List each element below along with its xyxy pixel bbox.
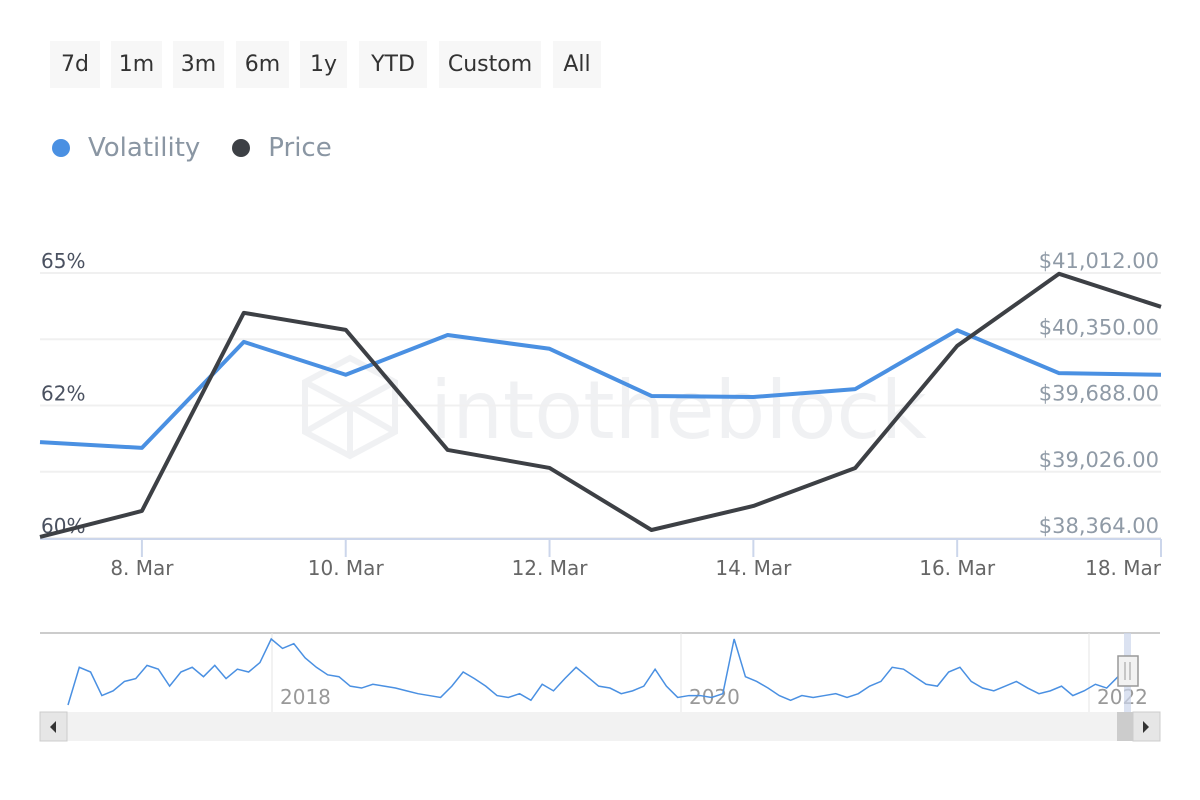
navigator-year-label: 2022 [1097, 685, 1148, 709]
navigator[interactable]: 2018 2020 2022 [39, 632, 1161, 742]
chart: intotheblock $41,012.00 $40,350.00 $39,688… [39, 249, 1162, 742]
scrollbar-track[interactable] [40, 712, 1160, 741]
navigator-series-line [67, 637, 1119, 706]
right-axis-tick-label: $40,350.00 [1039, 315, 1159, 339]
watermark-logo: intotheblock [302, 354, 927, 460]
right-axis-tick-label: $39,026.00 [1039, 448, 1159, 472]
x-axis-tick-label: 10. Mar [308, 556, 385, 580]
left-axis-tick-label: 65% [41, 249, 85, 273]
navigator-year-label: 2018 [280, 685, 331, 709]
x-axis-tick-label: 16. Mar [919, 556, 996, 580]
navigator-handle[interactable] [1117, 655, 1139, 687]
x-axis-tick-label: 12. Mar [512, 556, 589, 580]
right-axis-tick-label: $39,688.00 [1039, 382, 1159, 406]
svg-text:intotheblock: intotheblock [430, 364, 927, 457]
right-axis-tick-label: $38,364.00 [1039, 514, 1159, 538]
left-axis-tick-label: 62% [41, 382, 85, 406]
x-axis-tick-label: 8. Mar [110, 556, 174, 580]
x-axis-tick-label: 18. Mar [1085, 556, 1162, 580]
scrollbar-thumb[interactable] [1117, 712, 1133, 741]
x-axis-tick-label: 14. Mar [715, 556, 792, 580]
right-axis-tick-label: $41,012.00 [1039, 249, 1159, 273]
